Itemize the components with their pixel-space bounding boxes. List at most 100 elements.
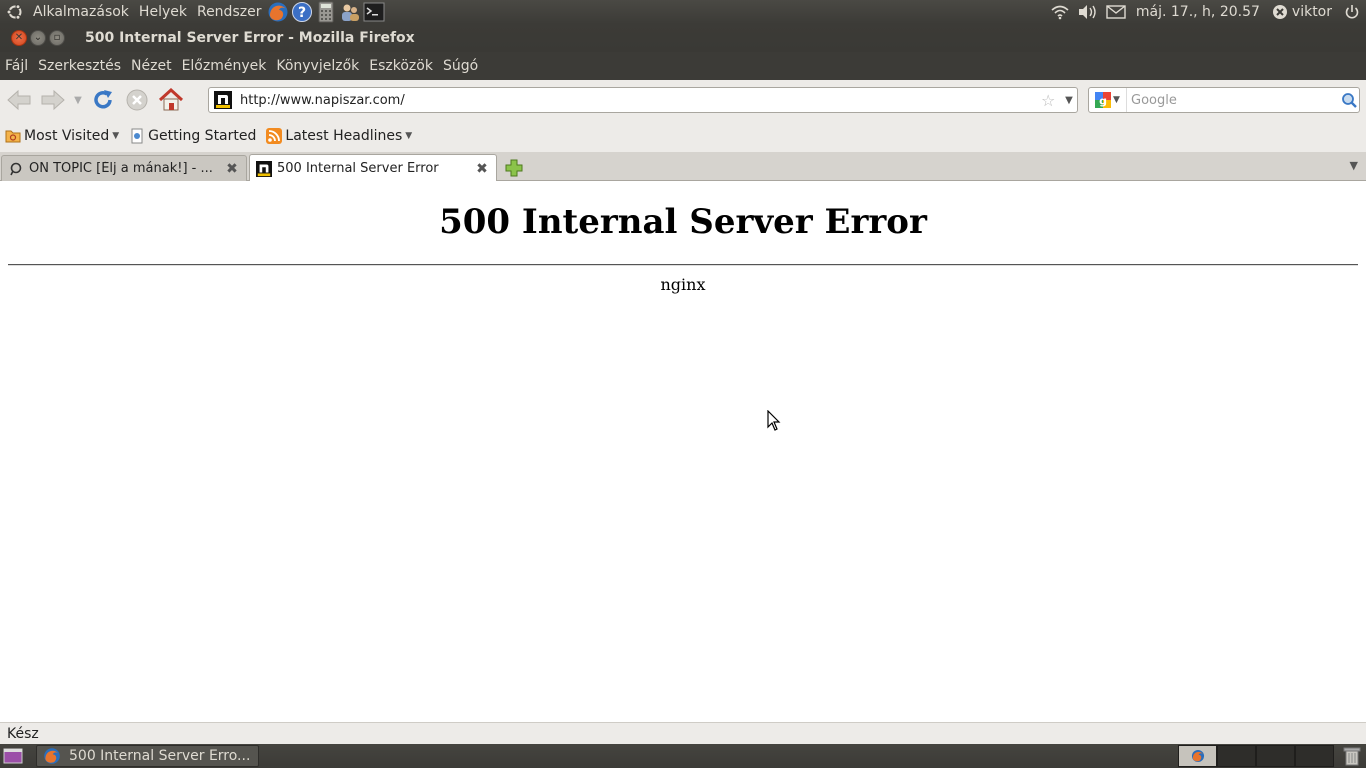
show-desktop-button[interactable]	[2, 746, 24, 766]
tab-500-error[interactable]: 500 Internal Server Error ✖	[249, 154, 497, 182]
search-go-button[interactable]	[1339, 92, 1359, 108]
chevron-down-icon: ▼	[1113, 95, 1120, 105]
chevron-down-icon: ▼	[112, 131, 120, 141]
task-label: 500 Internal Server Erro...	[69, 748, 251, 764]
history-dropdown[interactable]: ▼	[70, 84, 86, 116]
bookmark-label: Getting Started	[148, 128, 257, 144]
google-icon: g	[1095, 92, 1112, 108]
forum-favicon-icon	[8, 161, 24, 177]
mouse-cursor-icon	[767, 410, 781, 431]
calculator-launcher-icon[interactable]	[315, 1, 337, 23]
tab-strip: ON TOPIC [Élj a mának!] - ... ✖ 500 Inte…	[0, 152, 1366, 182]
rss-feed-icon	[266, 128, 283, 144]
workspace-3[interactable]	[1256, 745, 1295, 767]
search-bar[interactable]: g ▼	[1088, 87, 1360, 113]
forward-button[interactable]	[36, 84, 70, 116]
minimize-icon: ⌄	[33, 32, 43, 43]
wifi-icon[interactable]	[1049, 2, 1071, 22]
forward-arrow-icon	[41, 89, 65, 111]
home-button[interactable]	[154, 84, 188, 116]
home-icon	[158, 88, 184, 111]
page-heading: 500 Internal Server Error	[439, 202, 927, 242]
user-name: viktor	[1291, 4, 1332, 20]
url-input[interactable]	[240, 92, 1041, 108]
stop-icon	[126, 89, 148, 111]
workspace-2[interactable]	[1217, 745, 1256, 767]
menu-help[interactable]: Súgó	[438, 58, 483, 74]
status-bar: Kész	[0, 722, 1366, 744]
menu-view[interactable]: Nézet	[126, 58, 177, 74]
tab-close-icon[interactable]: ✖	[224, 161, 240, 177]
terminal-launcher-icon[interactable]	[363, 1, 385, 23]
menu-applications[interactable]: Alkalmazások	[28, 4, 134, 20]
tab-label: 500 Internal Server Error	[277, 161, 439, 176]
workspace-1[interactable]	[1178, 745, 1217, 767]
user-status-icon	[1272, 5, 1287, 19]
stop-button[interactable]	[120, 84, 154, 116]
new-tab-button[interactable]	[503, 157, 525, 179]
url-bar[interactable]: ☆ ▼	[208, 87, 1078, 113]
window-close-button[interactable]: ✕	[11, 30, 27, 46]
page-content: 500 Internal Server Error nginx	[0, 181, 1366, 722]
trash-icon[interactable]	[1340, 745, 1364, 767]
bookmark-star-icon[interactable]: ☆	[1041, 91, 1059, 110]
url-history-dropdown-icon[interactable]: ▼	[1061, 95, 1077, 106]
window-maximize-button[interactable]: ▫	[49, 30, 65, 46]
site-favicon-icon	[256, 160, 272, 177]
tab-on-topic[interactable]: ON TOPIC [Élj a mának!] - ... ✖	[1, 155, 247, 181]
user-menu[interactable]: viktor	[1266, 4, 1338, 20]
maximize-icon: ▫	[53, 32, 61, 43]
workspace-switcher	[1178, 745, 1334, 767]
menu-places[interactable]: Helyek	[134, 4, 192, 20]
close-icon: ✕	[14, 32, 24, 43]
power-icon[interactable]	[1341, 2, 1363, 22]
server-name: nginx	[660, 275, 706, 294]
ubuntu-logo-icon[interactable]	[6, 3, 24, 21]
desktop-icon	[3, 748, 23, 764]
page-icon	[131, 128, 143, 144]
bookmark-getting-started[interactable]: Getting Started	[124, 128, 261, 144]
bookmark-latest-headlines[interactable]: Latest Headlines ▼	[261, 128, 417, 144]
workspace-4[interactable]	[1295, 745, 1334, 767]
svg-text:g: g	[1099, 95, 1107, 108]
window-titlebar[interactable]: ✕ ⌄ ▫ 500 Internal Server Error - Mozill…	[0, 24, 1366, 52]
tab-close-icon[interactable]: ✖	[474, 161, 490, 177]
menu-tools[interactable]: Eszközök	[364, 58, 438, 74]
firefox-launcher-icon[interactable]	[267, 1, 289, 23]
bookmarks-toolbar: Most Visited ▼ Getting Started Latest He…	[0, 120, 1366, 152]
status-text: Kész	[7, 725, 39, 742]
chevron-down-icon: ▼	[74, 94, 82, 106]
divider	[8, 264, 1358, 266]
tab-list-dropdown-icon[interactable]: ▼	[1350, 159, 1358, 172]
site-favicon-icon[interactable]	[212, 89, 234, 111]
menu-file[interactable]: Fájl	[0, 58, 33, 74]
navigation-toolbar: ▼ ☆ ▼	[0, 80, 1366, 120]
help-launcher-icon[interactable]: ?	[291, 1, 313, 23]
bottom-panel: 500 Internal Server Erro...	[0, 744, 1366, 768]
reload-button[interactable]	[86, 84, 120, 116]
taskbar-firefox-window[interactable]: 500 Internal Server Erro...	[36, 745, 259, 767]
bookmark-label: Most Visited	[24, 128, 110, 144]
search-engine-selector[interactable]: g ▼	[1089, 88, 1127, 112]
bookmark-label: Latest Headlines	[285, 128, 403, 144]
users-launcher-icon[interactable]	[339, 1, 361, 23]
svg-text:?: ?	[298, 5, 306, 21]
menu-system[interactable]: Rendszer	[192, 4, 266, 20]
back-button[interactable]	[2, 84, 36, 116]
smart-folder-icon	[5, 130, 21, 143]
panel-clock[interactable]: máj. 17., h, 20.57	[1130, 4, 1266, 20]
back-arrow-icon	[7, 89, 31, 111]
window-minimize-button[interactable]: ⌄	[30, 30, 46, 46]
firefox-icon	[44, 748, 60, 764]
window-title: 500 Internal Server Error - Mozilla Fire…	[85, 30, 415, 46]
plus-icon	[505, 159, 523, 177]
volume-icon[interactable]	[1077, 2, 1099, 22]
mail-icon[interactable]	[1105, 2, 1127, 22]
menu-bookmarks[interactable]: Könyvjelzők	[271, 58, 364, 74]
menu-history[interactable]: Előzmények	[177, 58, 272, 74]
bookmark-most-visited[interactable]: Most Visited ▼	[0, 128, 124, 144]
menu-edit[interactable]: Szerkesztés	[33, 58, 126, 74]
reload-icon	[94, 90, 112, 109]
search-input[interactable]	[1131, 92, 1339, 108]
tab-label: ON TOPIC [Élj a mának!] - ...	[29, 161, 213, 176]
